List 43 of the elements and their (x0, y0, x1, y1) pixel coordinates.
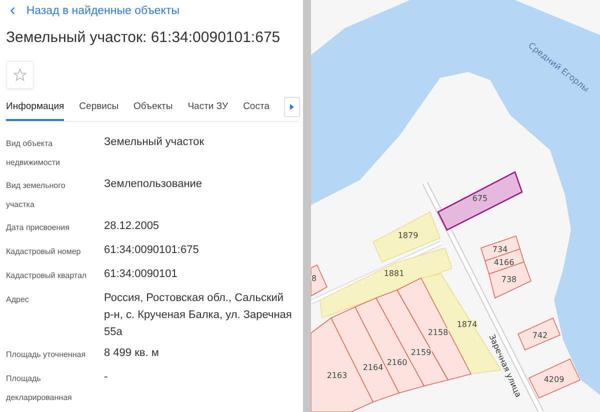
field-value: Земельный участок (104, 135, 206, 150)
field-value: Россия, Ростовская обл., Сальский р-н, с. Крученая Балка, ул. Заречная 55а (104, 291, 293, 340)
field-value: Землепользование (104, 177, 204, 192)
tab[interactable]: Части ЗУ (188, 101, 228, 121)
field-label: Вид объекта недвижимости (6, 138, 61, 169)
parcel-number: 8 (311, 274, 317, 283)
tab[interactable]: Информация (6, 101, 64, 121)
parcel-number: 2159 (410, 348, 432, 357)
favorite-button[interactable] (6, 61, 34, 89)
field-label: Кадастровый квартал (6, 270, 88, 282)
parcel-number: 1874 (456, 320, 478, 329)
parcel-number: 734 (492, 245, 508, 254)
parcel-number: 742 (532, 331, 548, 340)
field-value: - (104, 370, 109, 385)
parcel-number: 4209 (544, 375, 564, 384)
field-value: 8 499 кв. м (104, 346, 160, 361)
field-value: 61:34:0090101 (104, 267, 178, 282)
tab[interactable]: Объекты (134, 101, 173, 121)
field-label: Дата присвоения (6, 222, 70, 234)
field-value: 28.12.2005 (104, 219, 160, 234)
field-label: Площадь уточненная (6, 349, 87, 361)
field-value: 61:34:0090101:675 (104, 243, 200, 258)
page-title: Земельный участок: 61:34:0090101:675 (6, 29, 282, 46)
parcel-number: 2164 (362, 363, 384, 372)
parcel-number: 1879 (398, 231, 418, 240)
back-link[interactable]: ‹ Назад в найденные объекты (10, 4, 303, 18)
parcel-number: 1881 (384, 269, 404, 278)
field-label: Вид земельного участка (6, 180, 66, 211)
parcel-number: 675 (472, 194, 488, 203)
parcel-number: 4166 (494, 258, 514, 267)
tab[interactable]: Сервисы (79, 101, 119, 121)
field-label: Площадь декларированная (6, 373, 73, 404)
parcel-number: 2158 (428, 328, 448, 337)
star-icon (13, 68, 27, 82)
caret-icon (290, 104, 294, 110)
parcel-number: 2163 (326, 371, 348, 380)
parcel-number: 2160 (386, 358, 408, 367)
field-label: Адрес (6, 294, 30, 306)
scroll-tabs-button[interactable] (284, 97, 300, 117)
parcel-number: 738 (501, 275, 517, 284)
field-label: Кадастровый номер (6, 246, 82, 258)
land-parcel[interactable] (437, 171, 523, 231)
tab[interactable]: Соста (243, 101, 270, 121)
